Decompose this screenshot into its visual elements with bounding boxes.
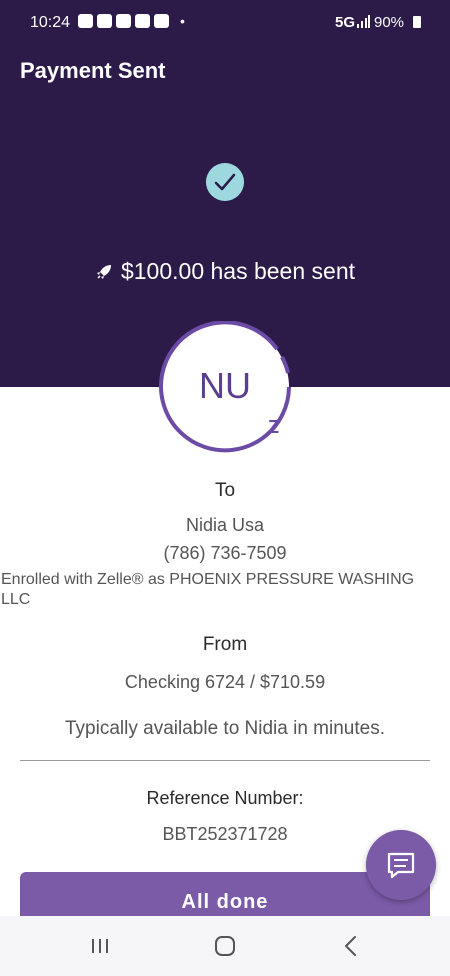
source-account: Checking 6724 / $710.59 bbox=[124, 672, 326, 692]
lock-app-icon bbox=[135, 14, 150, 28]
signal-icon bbox=[357, 15, 370, 28]
status-time: 10:24 bbox=[30, 14, 71, 31]
notification-icons bbox=[78, 14, 169, 28]
sent-message-row: $100.00 has been sent bbox=[0, 258, 450, 285]
zelle-enrollment-text: Enrolled with Zelle® as PHOENIX PRESSURE… bbox=[1, 571, 415, 608]
divider bbox=[20, 760, 430, 761]
home-icon[interactable] bbox=[209, 930, 241, 962]
status-bar: 10:24 • 5G 90% bbox=[0, 0, 450, 46]
battery-icon bbox=[413, 16, 421, 28]
news-app-icon bbox=[97, 14, 112, 28]
chat-button[interactable] bbox=[366, 830, 436, 900]
page-title: Payment Sent bbox=[20, 58, 166, 83]
system-nav-bar bbox=[0, 916, 450, 976]
zelle-logo-icon: Z bbox=[268, 417, 279, 437]
recipient-name: Nidia Usa bbox=[185, 515, 265, 535]
recipient-phone: (786) 736-7509 bbox=[163, 543, 287, 563]
network-type: 5G bbox=[335, 14, 356, 31]
rocket-icon bbox=[96, 265, 111, 279]
sent-amount-text: $100.00 has been sent bbox=[120, 258, 356, 284]
check-icon bbox=[206, 163, 244, 201]
back-icon[interactable] bbox=[335, 930, 367, 962]
from-label: From bbox=[202, 634, 248, 655]
battery-percent: 90% bbox=[374, 14, 405, 31]
news-app-icon bbox=[116, 14, 131, 28]
more-notifications-dot-icon: • bbox=[180, 13, 185, 29]
reference-label: Reference Number: bbox=[146, 788, 304, 808]
n-app-icon bbox=[154, 14, 169, 28]
news-app-icon bbox=[78, 14, 93, 28]
avatar-initials: NU bbox=[199, 365, 251, 406]
recent-apps-icon[interactable] bbox=[84, 930, 116, 962]
to-label: To bbox=[214, 480, 236, 501]
availability-note: Typically available to Nidia in minutes. bbox=[65, 718, 385, 739]
